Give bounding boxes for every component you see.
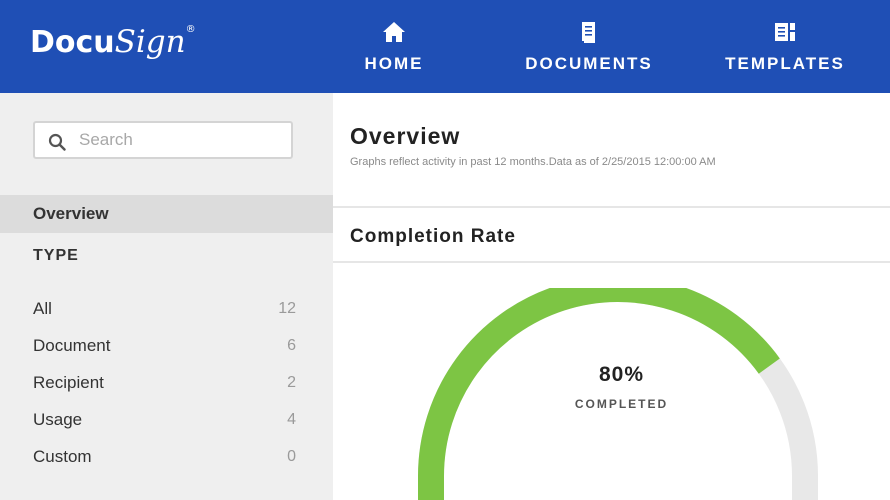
sidebar-item-all[interactable]: All 12	[0, 290, 333, 327]
sidebar-item-overview[interactable]: Overview	[0, 195, 333, 233]
sidebar-item-label: Custom	[33, 447, 92, 466]
section-title-completion-rate: Completion Rate	[350, 226, 516, 247]
sidebar-item-document[interactable]: Document 6	[0, 327, 333, 364]
page-title: Overview	[350, 123, 461, 149]
search-box[interactable]	[33, 121, 293, 159]
docusign-logo[interactable]: DocuSign®	[30, 24, 196, 60]
type-heading: TYPE	[33, 247, 79, 264]
sidebar-item-recipient[interactable]: Recipient 2	[0, 364, 333, 401]
nav-documents[interactable]: DOCUMENTS	[510, 0, 668, 93]
sidebar-item-custom[interactable]: Custom 0	[0, 438, 333, 475]
logo-registered-mark: ®	[185, 24, 196, 35]
type-filter-list: All 12 Document 6 Recipient 2 Usage 4 Cu…	[0, 290, 333, 475]
sidebar-item-label: All	[33, 299, 52, 318]
page-subtitle: Graphs reflect activity in past 12 month…	[350, 156, 716, 168]
sidebar-item-label: Recipient	[33, 373, 104, 392]
sidebar-item-count: 0	[287, 448, 296, 465]
divider	[333, 261, 890, 263]
sidebar-item-count: 2	[287, 374, 296, 391]
sidebar-item-count: 4	[287, 411, 296, 428]
completion-gauge	[418, 288, 818, 500]
gauge-fill	[418, 288, 780, 500]
sidebar-item-usage[interactable]: Usage 4	[0, 401, 333, 438]
top-navigation-bar: DocuSign® HOME DOCUMENTS TEMPLATES	[0, 0, 890, 93]
nav-home-label: HOME	[364, 54, 424, 73]
main-content: Overview Graphs reflect activity in past…	[333, 93, 890, 500]
documents-icon	[582, 22, 595, 43]
gauge-label: COMPLETED	[574, 397, 669, 411]
sidebar-item-label: Document	[33, 336, 111, 355]
nav-documents-label: DOCUMENTS	[525, 54, 653, 73]
divider	[333, 206, 890, 208]
search-input[interactable]	[79, 129, 279, 151]
gauge-track	[418, 288, 818, 500]
nav-templates-label: TEMPLATES	[725, 54, 845, 73]
sidebar: Overview TYPE All 12 Document 6 Recipien…	[0, 93, 333, 500]
home-icon	[383, 22, 405, 42]
sidebar-item-label: Usage	[33, 410, 83, 429]
templates-icon	[775, 23, 795, 41]
sidebar-item-count: 6	[287, 337, 296, 354]
gauge-percent: 80%	[598, 363, 645, 386]
search-icon	[48, 133, 66, 151]
logo-text-sign: Sign	[114, 24, 186, 60]
nav-templates[interactable]: TEMPLATES	[713, 0, 857, 93]
sidebar-item-count: 12	[278, 300, 296, 317]
logo-text-docu: Docu	[30, 25, 115, 60]
nav-home[interactable]: HOME	[355, 0, 433, 93]
